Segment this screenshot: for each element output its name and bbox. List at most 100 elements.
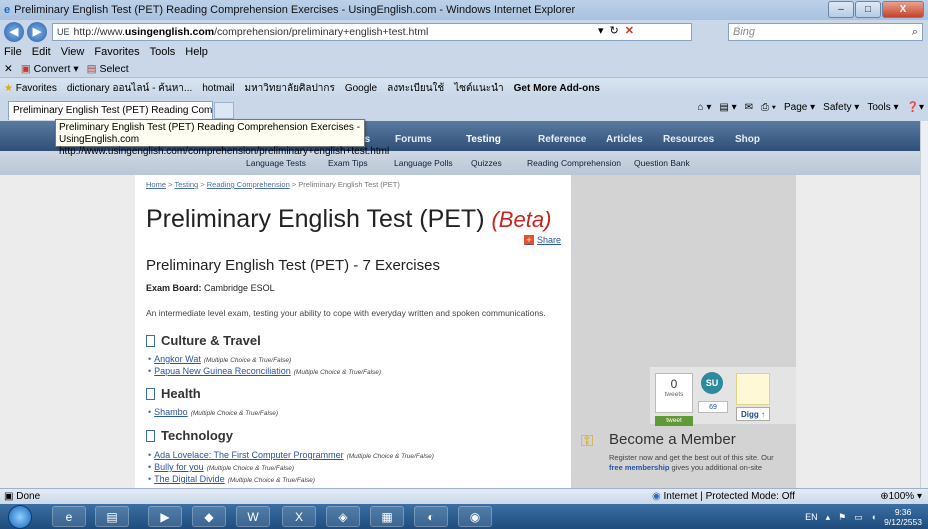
page-menu[interactable]: Page ▾ xyxy=(784,102,815,113)
convert-button[interactable]: ▣ Convert ▾ xyxy=(21,63,79,75)
document-icon xyxy=(146,429,155,442)
breadcrumb: Home > Testing > Reading Comprehension >… xyxy=(146,180,400,189)
share-link[interactable]: + Share xyxy=(524,235,561,245)
right-margin xyxy=(796,175,920,488)
security-zone[interactable]: ◉ Internet | Protected Mode: Off xyxy=(652,491,795,502)
nav-testing[interactable]: Testing xyxy=(466,134,501,145)
refresh-icon[interactable]: ↻ xyxy=(610,24,619,37)
media-taskbar-icon[interactable]: ▶ xyxy=(148,506,182,527)
subnav-language-tests[interactable]: Language Tests xyxy=(246,158,306,168)
nav-resources[interactable]: Resources xyxy=(663,134,714,145)
nav-shop[interactable]: Shop xyxy=(735,134,760,145)
app-taskbar-icon[interactable]: ◐ xyxy=(414,506,448,527)
breadcrumb-reading[interactable]: Reading Comprehension xyxy=(207,180,290,189)
member-title: Become a Member xyxy=(609,431,736,448)
favorite-link[interactable]: ลงทะเบียนใช้ xyxy=(387,81,444,96)
exercise-link[interactable]: Papua New Guinea Reconciliation xyxy=(154,366,291,376)
favorite-link[interactable]: Google xyxy=(345,83,377,94)
network-icon[interactable]: ▭ xyxy=(854,512,863,523)
search-icon[interactable]: ⌕ xyxy=(912,26,918,39)
menu-tools[interactable]: Tools xyxy=(150,46,176,58)
language-indicator[interactable]: EN xyxy=(805,512,818,522)
exercise-list: • Ada Lovelace: The First Computer Progra… xyxy=(148,450,434,486)
exercise-link[interactable]: Ada Lovelace: The First Computer Program… xyxy=(154,450,343,460)
digg-button[interactable]: Digg ↑ xyxy=(736,407,770,421)
volume-icon[interactable]: ◖ xyxy=(871,512,876,522)
exercise-link[interactable]: Angkor Wat xyxy=(154,354,201,364)
subnav-question-bank[interactable]: Question Bank xyxy=(634,158,690,168)
tray-arrow-icon[interactable]: ▴ xyxy=(826,512,831,523)
favorite-link[interactable]: ไซต์แนะนำ xyxy=(454,81,503,96)
home-icon[interactable]: ⌂ ▾ xyxy=(698,102,712,113)
nav-forums[interactable]: Forums xyxy=(395,134,432,145)
safety-menu[interactable]: Safety ▾ xyxy=(823,102,859,113)
favorite-link[interactable]: Get More Add-ons xyxy=(514,83,600,94)
menu-favorites[interactable]: Favorites xyxy=(94,46,139,58)
document-icon xyxy=(146,387,155,400)
system-tray: EN ▴ ⚑ ▭ ◖ 9:36 9/12/2553 xyxy=(805,507,922,527)
ie-icon: e xyxy=(4,4,11,16)
address-url: http://www.usingenglish.com/comprehensio… xyxy=(73,26,429,38)
maximize-button[interactable]: □ xyxy=(855,1,881,18)
favorite-link[interactable]: hotmail xyxy=(202,83,234,94)
search-box[interactable]: Bing ⌕ xyxy=(728,23,923,41)
subnav-language-polls[interactable]: Language Polls xyxy=(394,158,453,168)
vertical-scrollbar[interactable] xyxy=(920,121,928,488)
browser-tab[interactable]: Preliminary English Test (PET) Reading C… xyxy=(8,101,213,120)
breadcrumb-home[interactable]: Home xyxy=(146,180,166,189)
app-taskbar-icon[interactable]: ◆ xyxy=(192,506,226,527)
favorite-link[interactable]: dictionary ออนไลน์ - ค้นหา... xyxy=(67,81,192,96)
menu-edit[interactable]: Edit xyxy=(32,46,51,58)
stumbleupon-icon[interactable]: SU xyxy=(701,372,723,394)
explorer-taskbar-icon[interactable]: ▤ xyxy=(95,506,129,527)
exercise-link[interactable]: Bully for you xyxy=(154,462,204,472)
favorite-link[interactable]: มหาวิทยาลัยศิลปากร xyxy=(245,81,335,96)
excel-taskbar-icon[interactable]: X xyxy=(282,506,316,527)
subnav-reading-comprehension[interactable]: Reading Comprehension xyxy=(527,158,621,168)
new-tab-button[interactable] xyxy=(214,102,234,119)
close-toolbar-icon[interactable]: ✕ xyxy=(4,63,13,75)
start-button[interactable] xyxy=(8,505,32,529)
subnav-quizzes[interactable]: Quizzes xyxy=(471,158,502,168)
app-taskbar-icon[interactable]: ◉ xyxy=(458,506,492,527)
forward-button[interactable]: ▶ xyxy=(27,22,47,42)
zoom-control[interactable]: ⊕100% ▾ xyxy=(880,491,922,502)
nav-reference[interactable]: Reference xyxy=(538,134,586,145)
exercise-link[interactable]: The Digital Divide xyxy=(154,474,225,484)
menu-view[interactable]: View xyxy=(61,46,85,58)
app-taskbar-icon[interactable]: ▦ xyxy=(370,506,404,527)
help-icon[interactable]: ❓▾ xyxy=(907,102,924,113)
stop-icon[interactable]: ✕ xyxy=(625,24,634,37)
close-button[interactable]: X xyxy=(882,1,924,18)
word-taskbar-icon[interactable]: W xyxy=(236,506,270,527)
tools-menu[interactable]: Tools ▾ xyxy=(867,102,898,113)
menu-help[interactable]: Help xyxy=(185,46,208,58)
menu-file[interactable]: File xyxy=(4,46,22,58)
clock[interactable]: 9:36 9/12/2553 xyxy=(884,507,922,527)
mail-icon[interactable]: ✉ xyxy=(745,102,753,113)
flag-icon[interactable]: ⚑ xyxy=(838,512,846,523)
status-bar: ▣ Done ◉ Internet | Protected Mode: Off … xyxy=(0,488,928,504)
app-taskbar-icon[interactable]: ◈ xyxy=(326,506,360,527)
favorites-button[interactable]: ★ Favorites xyxy=(4,83,57,94)
exercise-link[interactable]: Shambo xyxy=(154,407,188,417)
section-heading: Health xyxy=(146,386,201,401)
page-icon: ▣ xyxy=(4,491,14,502)
select-icon: ▤ xyxy=(86,62,97,75)
select-button[interactable]: ▤ Select xyxy=(87,63,129,75)
zoom-icon: ⊕ xyxy=(880,491,889,502)
digg-count-box xyxy=(736,373,770,405)
ie-taskbar-icon[interactable]: e xyxy=(52,506,86,527)
breadcrumb-testing[interactable]: Testing xyxy=(174,180,198,189)
compat-view-icon[interactable]: ▾ xyxy=(598,24,604,37)
page-subtitle: Preliminary English Test (PET) - 7 Exerc… xyxy=(146,257,440,274)
tweet-button[interactable]: tweet xyxy=(655,416,693,426)
nav-articles[interactable]: Articles xyxy=(606,134,643,145)
member-box: ⚿ Become a Member Register now and get t… xyxy=(581,431,786,488)
address-field[interactable]: UE http://www.usingenglish.com/comprehen… xyxy=(52,23,692,41)
subnav-exam-tips[interactable]: Exam Tips xyxy=(328,158,368,168)
print-icon[interactable]: ⎙ ▾ xyxy=(761,102,776,113)
back-button[interactable]: ◀ xyxy=(4,22,24,42)
minimize-button[interactable]: – xyxy=(828,1,854,18)
feeds-icon[interactable]: ▤ ▾ xyxy=(719,102,736,113)
